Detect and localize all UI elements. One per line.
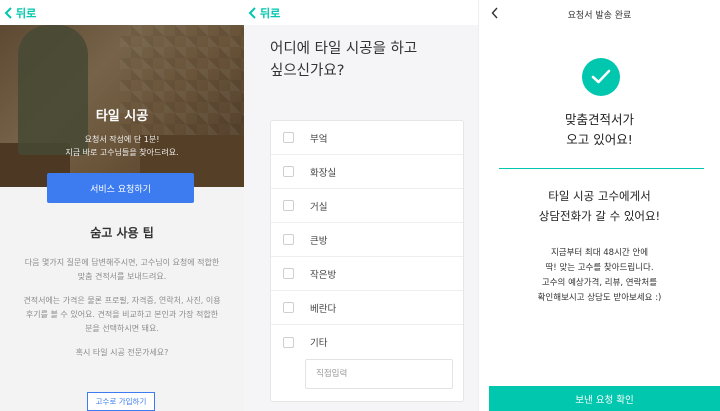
message-body: 지금부터 최대 48시간 안에 딱! 맞는 고수를 찾아드립니다. 고수의 예상… (537, 248, 662, 303)
checkbox[interactable] (283, 200, 294, 211)
tips-paragraph-3: 혹시 타일 시공 전문가세요? (75, 348, 169, 357)
back-label: 뒤로 (16, 6, 37, 20)
chevron-left-icon (4, 6, 12, 19)
option-label: 기타 (310, 338, 328, 349)
checkbox[interactable] (283, 336, 294, 348)
checkbox[interactable] (283, 268, 294, 279)
option-kitchen[interactable]: 부엌 (271, 121, 463, 155)
other-text-input[interactable] (305, 359, 453, 389)
tips-title: 숨고 사용 팁 (90, 226, 154, 240)
screenshot-collage: 뒤로 타일 시공 요청서 작성에 단 1분! 지금 바로 고수님들을 찾아드려요… (0, 0, 720, 411)
question-title: 어디에 타일 시공을 하고 싶으신가요? (270, 41, 418, 79)
option-label: 작은방 (310, 269, 337, 281)
options-list: 부엌 화장실 거실 큰방 작은방 베란다 기타 (270, 120, 464, 402)
header-title: 요청서 발송 완료 (567, 10, 632, 21)
option-label: 거실 (310, 201, 328, 213)
back-button[interactable]: 뒤로 (0, 5, 36, 21)
option-label: 부엌 (310, 133, 328, 145)
top-bar: 뒤로 (244, 0, 478, 25)
tips-paragraph-1: 다음 몇가지 질문에 답변해주시면, 고수님이 요청에 적합한 맞춤 견적서를 … (24, 258, 220, 281)
option-label: 베란다 (310, 303, 337, 315)
success-badge (582, 58, 620, 96)
check-icon (591, 69, 611, 84)
checkbox[interactable] (283, 302, 294, 313)
option-other: 기타 (271, 325, 463, 401)
option-balcony[interactable]: 베란다 (271, 291, 463, 325)
tips-paragraph-2: 견적서에는 가격은 물론 프로필, 자격증, 연락처, 사진, 이용 후기를 볼… (23, 296, 221, 333)
option-label: 화장실 (310, 167, 337, 179)
request-service-button[interactable]: 서비스 요청하기 (47, 173, 194, 203)
service-intro-screen: 뒤로 타일 시공 요청서 작성에 단 1분! 지금 바로 고수님들을 찾아드려요… (0, 0, 244, 411)
option-living-room[interactable]: 거실 (271, 189, 463, 223)
hero-subtitle: 요청서 작성에 단 1분! 지금 바로 고수님들을 찾아드려요. (65, 135, 179, 157)
checkbox[interactable] (283, 166, 294, 177)
join-as-pro-button[interactable]: 고수로 가입하기 (87, 392, 155, 411)
checkbox[interactable] (283, 132, 294, 143)
chevron-left-icon[interactable] (491, 7, 499, 19)
hero-image: 타일 시공 요청서 작성에 단 1분! 지금 바로 고수님들을 찾아드려요. (0, 25, 244, 187)
header: 요청서 발송 완료 (479, 0, 720, 28)
option-bathroom[interactable]: 화장실 (271, 155, 463, 189)
option-label: 큰방 (310, 235, 328, 247)
chevron-left-icon (248, 6, 256, 19)
done-title: 맞춤견적서가 오고 있어요! (564, 112, 634, 147)
back-label: 뒤로 (260, 6, 281, 20)
option-small-room[interactable]: 작은방 (271, 257, 463, 291)
checkbox[interactable] (283, 234, 294, 245)
message-title: 타일 시공 고수에게서 상담전화가 갈 수 있어요! (538, 189, 661, 223)
top-bar: 뒤로 (0, 0, 244, 25)
option-master-room[interactable]: 큰방 (271, 223, 463, 257)
hero-title: 타일 시공 (95, 109, 149, 124)
divider (499, 168, 704, 169)
back-button[interactable]: 뒤로 (244, 5, 280, 21)
location-question-screen: 뒤로 어디에 타일 시공을 하고 싶으신가요? 부엌 화장실 거실 큰방 작은방… (244, 0, 478, 411)
option-other-row[interactable]: 기타 (283, 325, 451, 359)
view-sent-requests-button[interactable]: 보낸 요청 확인 (489, 386, 720, 411)
request-sent-screen: 요청서 발송 완료 맞춤견적서가 오고 있어요! 타일 시공 고수에게서 상담전… (478, 0, 720, 411)
